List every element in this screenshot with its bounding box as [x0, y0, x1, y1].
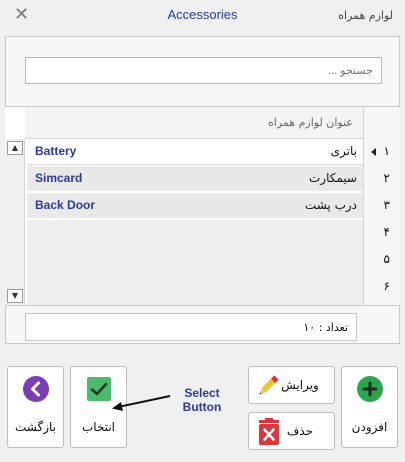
- edit-button-label: ویرایش: [281, 378, 319, 392]
- cell-name-en[interactable]: Back Door: [27, 193, 194, 219]
- edit-button[interactable]: ویرایش: [248, 366, 335, 404]
- row-number: ۲: [383, 171, 390, 185]
- title-bar: ✕ Accessories لوازم همراه: [0, 0, 405, 34]
- accessories-grid: عنوان لوازم همراه ▲ ▼ Battery باتری ۱ Si…: [5, 106, 400, 306]
- table-row[interactable]: ۶: [25, 274, 400, 301]
- cell-name-en[interactable]: Battery: [27, 139, 194, 165]
- add-button-label: افزودن: [351, 420, 388, 434]
- scroll-up-icon[interactable]: ▲: [7, 141, 23, 155]
- arrow-left-icon: [112, 395, 171, 411]
- annotation-line1: Select: [184, 386, 220, 400]
- vertical-scrollbar[interactable]: ▲ ▼: [5, 139, 25, 305]
- back-button-label: بازگشت: [15, 420, 56, 434]
- add-button[interactable]: افزودن: [341, 366, 398, 448]
- table-row[interactable]: Battery باتری ۱: [25, 139, 400, 166]
- row-number: ۶: [383, 279, 390, 293]
- cell-name-fa[interactable]: درب پشت: [194, 193, 363, 219]
- select-button-annotation: Select Button: [168, 386, 236, 414]
- table-row[interactable]: Simcard سیمکارت ۲: [25, 166, 400, 193]
- row-number: ۳: [383, 198, 390, 212]
- table-row[interactable]: ۴: [25, 220, 400, 247]
- table-row[interactable]: Back Door درب پشت ۳: [25, 193, 400, 220]
- window-title-fa: لوازم همراه: [338, 9, 393, 22]
- annotation-line2: Button: [182, 400, 222, 414]
- cell-name-en[interactable]: Simcard: [27, 166, 194, 192]
- table-row[interactable]: ۵: [25, 247, 400, 274]
- row-number: ۵: [383, 252, 390, 266]
- select-button-label: انتخاب: [82, 420, 115, 434]
- column-header-title[interactable]: عنوان لوازم همراه: [25, 107, 363, 139]
- chevron-left-icon: [23, 376, 49, 402]
- count-label: تعداد : ۱۰: [25, 313, 357, 341]
- scroll-down-icon[interactable]: ▼: [7, 289, 23, 303]
- row-number: ۴: [383, 225, 390, 239]
- delete-button-label: حذف: [286, 424, 314, 438]
- delete-button[interactable]: حذف: [248, 412, 335, 450]
- cell-name-fa[interactable]: سیمکارت: [194, 166, 363, 192]
- search-input[interactable]: [25, 57, 382, 84]
- cell-name-fa[interactable]: باتری: [194, 139, 363, 165]
- row-number: ۱: [383, 144, 390, 158]
- plus-icon: [357, 376, 383, 402]
- back-button[interactable]: بازگشت: [7, 366, 64, 448]
